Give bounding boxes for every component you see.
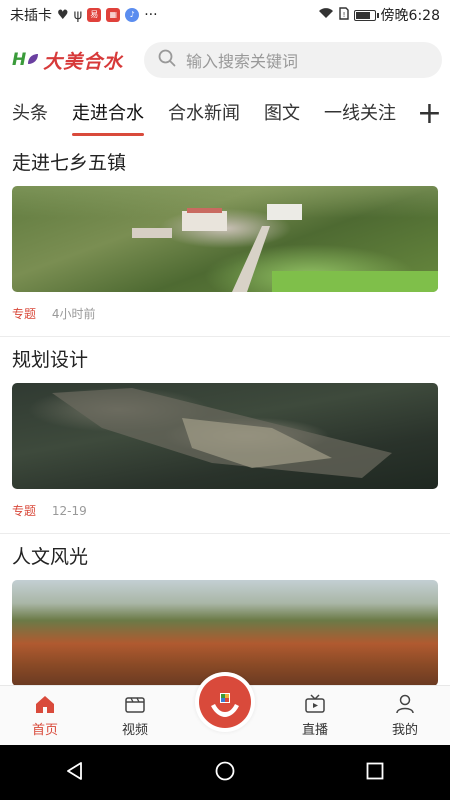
app-logo[interactable]: H 大美合水 [12, 42, 132, 78]
category-tabs: 头条 走进合水 合水新闻 图文 一线关注 [0, 92, 450, 138]
nav-home[interactable]: 首页 [0, 686, 90, 745]
search-input[interactable]: 输入搜索关键词 [144, 42, 442, 78]
svg-text:!: ! [342, 11, 345, 19]
nav-live[interactable]: 直播 [270, 686, 360, 745]
tab-frontline[interactable]: 一线关注 [324, 92, 396, 138]
card-title: 走进七乡五镇 [12, 152, 127, 174]
search-icon [158, 49, 176, 71]
back-icon[interactable] [64, 760, 86, 786]
nav-profile[interactable]: 我的 [360, 686, 450, 745]
more-indicator: ··· [144, 7, 158, 23]
clock-text: 傍晚6:28 [380, 8, 440, 24]
app-header: H 大美合水 输入搜索关键词 [0, 38, 450, 82]
battery-icon [353, 9, 379, 21]
recents-icon[interactable] [364, 760, 386, 786]
tab-headlines[interactable]: 头条 [12, 92, 48, 138]
music-icon: ♪ [125, 8, 140, 22]
user-icon [396, 694, 414, 714]
card-image[interactable] [12, 186, 438, 292]
add-tab-icon[interactable]: + [417, 99, 442, 129]
card-time: 4小时前 [51, 307, 96, 321]
usb-icon: ψ [73, 7, 83, 23]
video-icon [125, 697, 145, 713]
nav-label: 直播 [301, 723, 328, 738]
home-icon [36, 696, 54, 713]
tv-icon [305, 694, 325, 713]
search-placeholder: 输入搜索关键词 [186, 52, 299, 71]
list-item[interactable]: 走进七乡五镇 专题 4小时前 [0, 140, 450, 337]
logo-leaf-icon [26, 51, 40, 70]
card-tag: 专题 [12, 504, 37, 518]
card-meta: 专题 12-19 [12, 489, 438, 533]
status-right: ! 傍晚6:28 [318, 5, 440, 25]
wifi-icon [318, 7, 334, 23]
logo-mark: H [12, 50, 27, 70]
nav-label: 我的 [391, 723, 418, 738]
center-logo-icon [199, 676, 251, 728]
card-image[interactable] [12, 580, 438, 685]
status-left: 未插卡 ♥ ψ 易 ▦ ♪ ··· [10, 5, 158, 25]
tab-photo-text[interactable]: 图文 [264, 92, 300, 138]
card-title: 规划设计 [12, 349, 89, 371]
calendar-icon: ▦ [106, 8, 121, 22]
system-nav-bar [0, 745, 450, 800]
logo-text: 大美合水 [43, 50, 124, 73]
news-feed: 走进七乡五镇 专题 4小时前 规划设计 专题 12-19 人文风光 [0, 140, 450, 685]
tab-into-heshui[interactable]: 走进合水 [72, 92, 144, 138]
nav-label: 首页 [31, 723, 58, 738]
carrier-text: 未插卡 [10, 8, 52, 24]
card-image[interactable] [12, 383, 438, 489]
app-badge-icon: 易 [87, 8, 102, 22]
list-item[interactable]: 人文风光 [0, 534, 450, 685]
heart-icon: ♥ [57, 7, 69, 23]
card-time: 12-19 [51, 504, 87, 518]
center-logo-button[interactable] [195, 672, 255, 732]
nav-video[interactable]: 视频 [90, 686, 180, 745]
card-meta: 专题 4小时前 [12, 292, 438, 336]
card-title: 人文风光 [12, 546, 89, 568]
tab-heshui-news[interactable]: 合水新闻 [168, 92, 240, 138]
card-tag: 专题 [12, 307, 37, 321]
status-bar: 未插卡 ♥ ψ 易 ▦ ♪ ··· ! 傍晚6:28 [0, 0, 450, 30]
list-item[interactable]: 规划设计 专题 12-19 [0, 337, 450, 534]
sim-icon: ! [338, 6, 349, 24]
nav-label: 视频 [121, 723, 148, 738]
home-circle-icon[interactable] [214, 760, 236, 786]
